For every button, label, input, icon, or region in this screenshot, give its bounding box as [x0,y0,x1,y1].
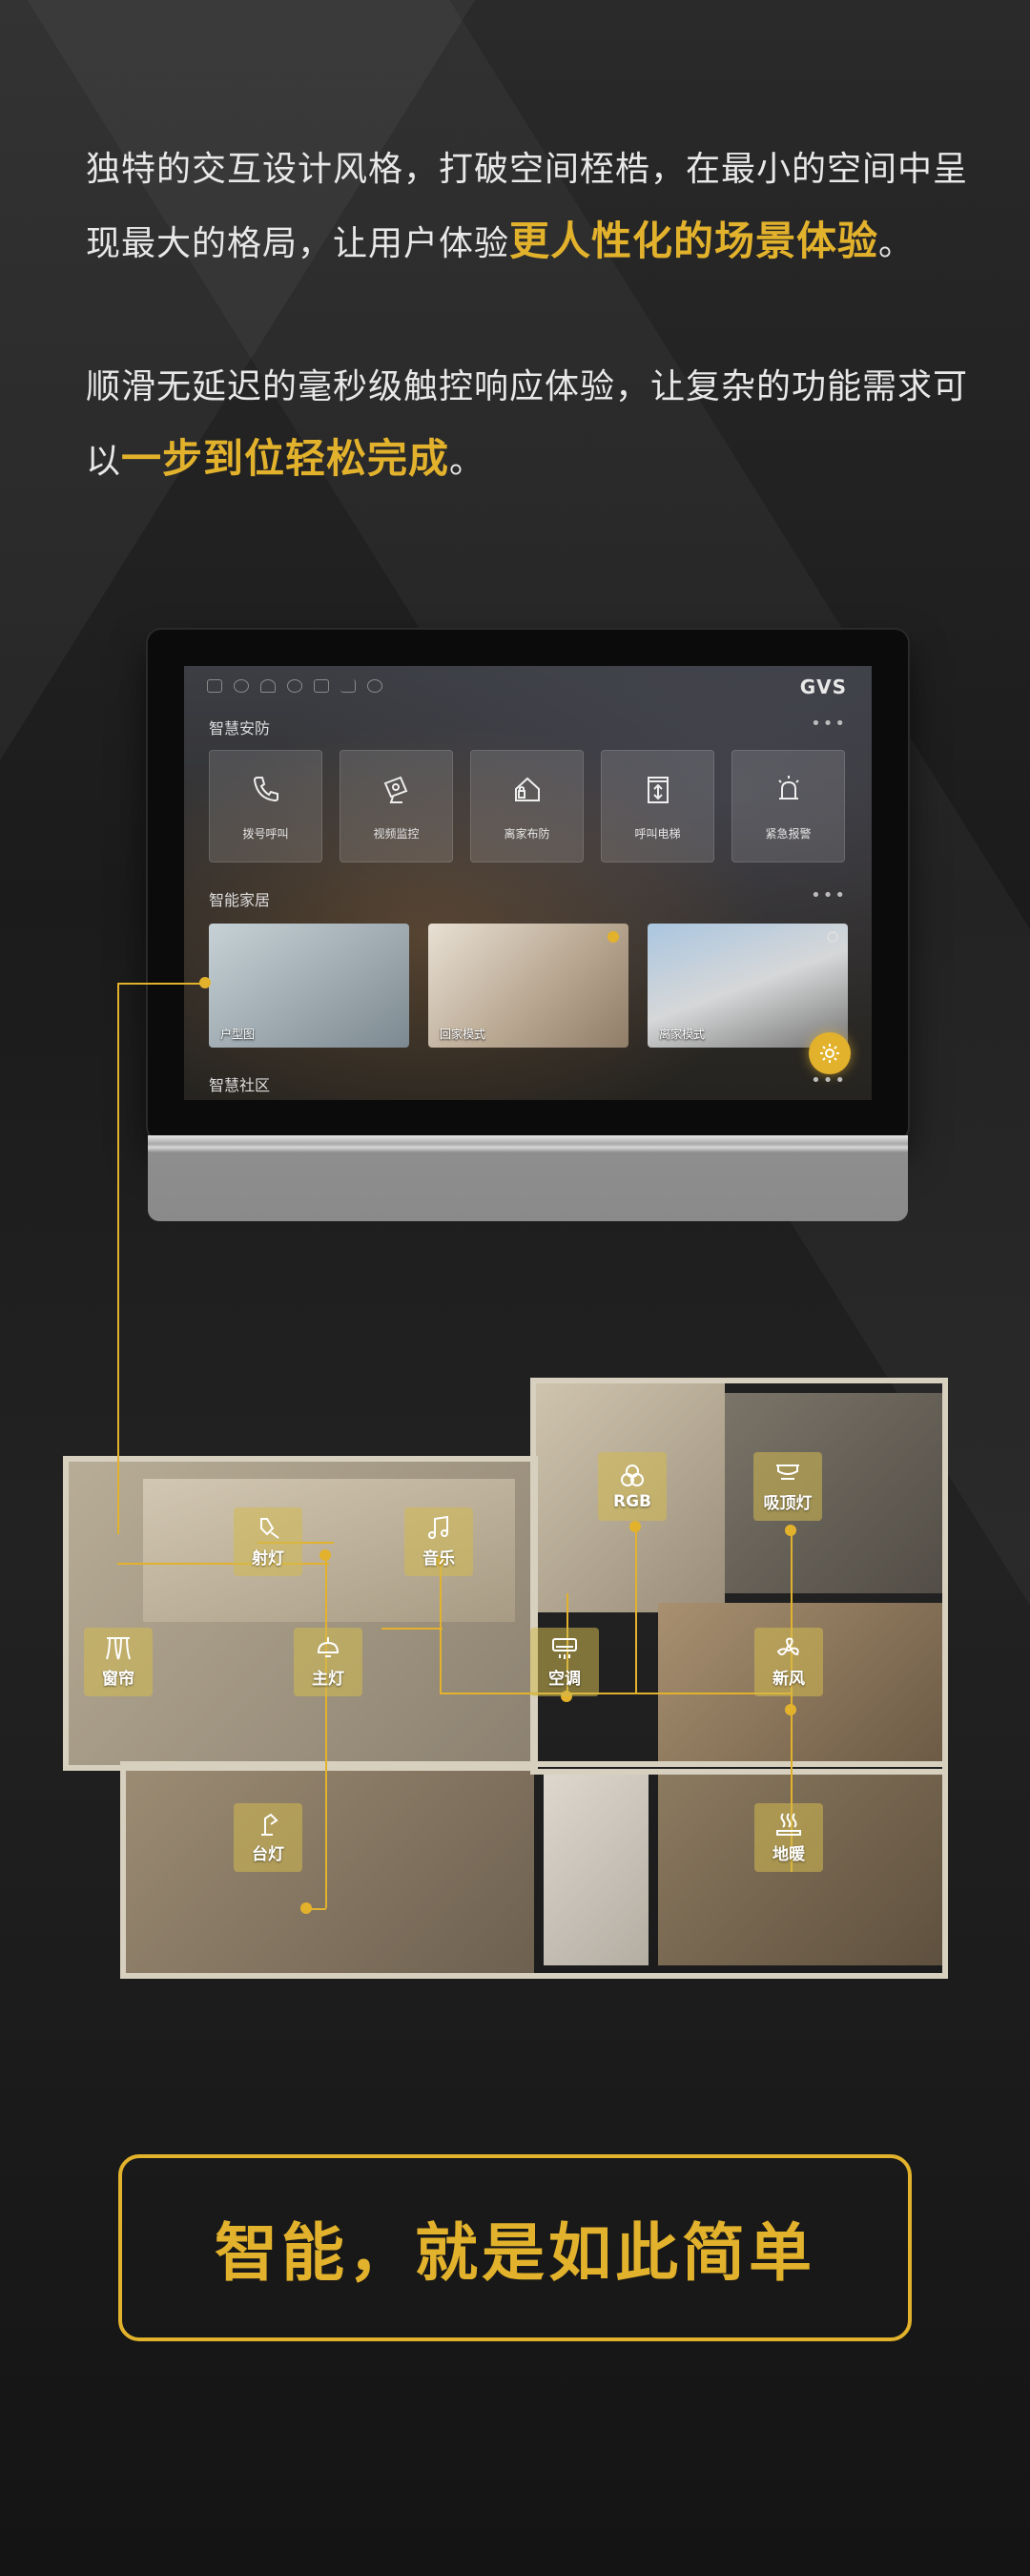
control-label: 吸顶灯 [763,1494,813,1513]
home-lock-icon [514,777,540,801]
tile-away-arming[interactable]: 离家布防 [470,750,584,862]
control-label: 射灯 [252,1549,284,1568]
tile-label: 视频监控 [373,826,420,841]
tile-label: 离家布防 [504,826,550,841]
signal-icon [340,679,356,693]
camera-icon [383,776,407,803]
slogan-text: 智能，就是如此简单 [215,2216,815,2290]
intro-paragraph-1: 独特的交互设计风格，打破空间桎梏，在最小的空间中呈现最大的格局，让用户体验更人性… [86,150,969,264]
control-fresh-air[interactable]: 新风 [754,1628,823,1696]
device-base [148,1135,908,1221]
section-title-smart-home: 智能家居 [209,891,271,909]
card-label: 回家模式 [440,1028,486,1041]
device-frame: GVS 智慧安防 ••• 拨号呼叫 视频监控 离家布防 呼叫电梯 紧急报警 智能… [148,630,908,1140]
control-label: 空调 [548,1670,581,1689]
mute-icon [287,679,302,693]
card-toggle-off[interactable] [827,931,838,943]
status-bar [207,679,382,693]
control-floor-heating[interactable]: 地暖 [754,1803,823,1872]
control-ceiling-light[interactable]: 吸顶灯 [753,1452,822,1521]
network-icon [314,679,329,693]
slogan-frame: 智能，就是如此简单 [118,2154,912,2341]
connector-node [629,1521,641,1532]
control-desk-lamp[interactable]: 台灯 [234,1803,302,1872]
floor-heating-icon [776,1813,801,1836]
tile-label: 拨号呼叫 [242,826,289,841]
curtain-icon [106,1637,131,1660]
intro-paragraph-2: 顺滑无延迟的毫秒级触控响应体验，让复杂的功能需求可以一步到位轻松完成。 [86,367,969,482]
card-label: 户型图 [220,1028,256,1041]
call-status-icon [234,679,249,693]
card-floor-plan[interactable]: 户型图 [209,924,409,1048]
light-status-icon [260,679,276,693]
intro-text: 独特的交互设计风格，打破空间桎梏，在最小的空间中呈现最大的格局，让用户体验更人性… [86,134,973,497]
connector-line [381,1628,443,1630]
tile-call-elevator[interactable]: 呼叫电梯 [601,750,714,862]
elevator-icon [647,776,669,803]
wall-outline [530,1378,948,1775]
control-label: RGB [612,1491,651,1511]
connector-node [319,1549,331,1561]
connector-line [325,1555,327,1908]
rgb-icon [621,1464,644,1486]
spotlight-icon [260,1518,279,1539]
brand-logo: GVS [799,675,847,698]
security-more-button[interactable]: ••• [811,714,847,734]
connector-node [785,1704,796,1715]
settings-button[interactable] [809,1032,851,1074]
card-label: 离家模式 [659,1028,706,1041]
card-away-mode[interactable]: 离家模式 [648,924,848,1048]
gear-icon [820,1044,839,1063]
wall-outline [63,1456,538,1771]
control-label: 新风 [772,1670,805,1689]
control-curtain[interactable]: 窗帘 [84,1628,153,1696]
highlight-one-step: 一步到位轻松完成 [121,435,450,482]
home-more-button[interactable]: ••• [811,885,847,905]
control-label: 地暖 [772,1845,805,1864]
control-panel-device: GVS 智慧安防 ••• 拨号呼叫 视频监控 离家布防 呼叫电梯 紧急报警 智能… [148,630,908,1221]
control-rgb[interactable]: RGB [598,1452,667,1521]
connector-line [117,983,119,1534]
card-home-mode[interactable]: 回家模式 [428,924,628,1048]
tile-emergency-alarm[interactable]: 紧急报警 [731,750,845,862]
connector-line [117,983,205,985]
control-air-conditioner[interactable]: 空调 [530,1628,599,1696]
tile-dial-call[interactable]: 拨号呼叫 [209,750,322,862]
card-toggle-on[interactable] [608,931,619,943]
ceiling-light-icon [776,1465,799,1480]
control-music[interactable]: 音乐 [404,1507,473,1576]
highlight-scene-experience: 更人性化的场景体验 [509,218,879,264]
fan-icon [776,1637,799,1656]
tile-label: 呼叫电梯 [634,826,681,841]
sync-icon [367,679,382,693]
desk-lamp-icon [261,1813,278,1836]
tile-label: 紧急报警 [765,826,812,841]
phone-icon [253,776,278,801]
control-spotlight[interactable]: 射灯 [234,1507,302,1576]
control-main-light[interactable]: 主灯 [294,1628,362,1696]
alarm-icon [777,775,799,800]
security-tiles: 拨号呼叫 视频监控 离家布防 呼叫电梯 紧急报警 [209,750,845,862]
connector-node [785,1525,796,1536]
music-icon [428,1515,448,1539]
floorplan: 窗帘 射灯 音乐 RGB 吸顶灯 主灯 空调 新风 台灯 地暖 [0,977,1030,1994]
control-label: 音乐 [422,1549,455,1568]
control-label: 主灯 [312,1670,344,1689]
air-conditioner-icon [552,1638,577,1659]
pendant-light-icon [317,1637,340,1657]
scene-cards: 户型图 回家模式 离家模式 [209,924,848,1048]
tile-video-monitor[interactable]: 视频监控 [340,750,453,862]
control-label: 窗帘 [102,1670,134,1689]
control-label: 台灯 [252,1845,284,1864]
connector-node [199,977,211,988]
connector-line [440,1693,793,1694]
section-title-security: 智慧安防 [209,719,271,737]
connector-node [300,1902,312,1914]
message-icon [207,679,222,693]
community-more-button[interactable]: ••• [811,1070,847,1091]
connector-line [635,1527,637,1694]
section-title-community: 智慧社区 [209,1076,271,1094]
device-screen: GVS 智慧安防 ••• 拨号呼叫 视频监控 离家布防 呼叫电梯 紧急报警 智能… [184,666,872,1100]
